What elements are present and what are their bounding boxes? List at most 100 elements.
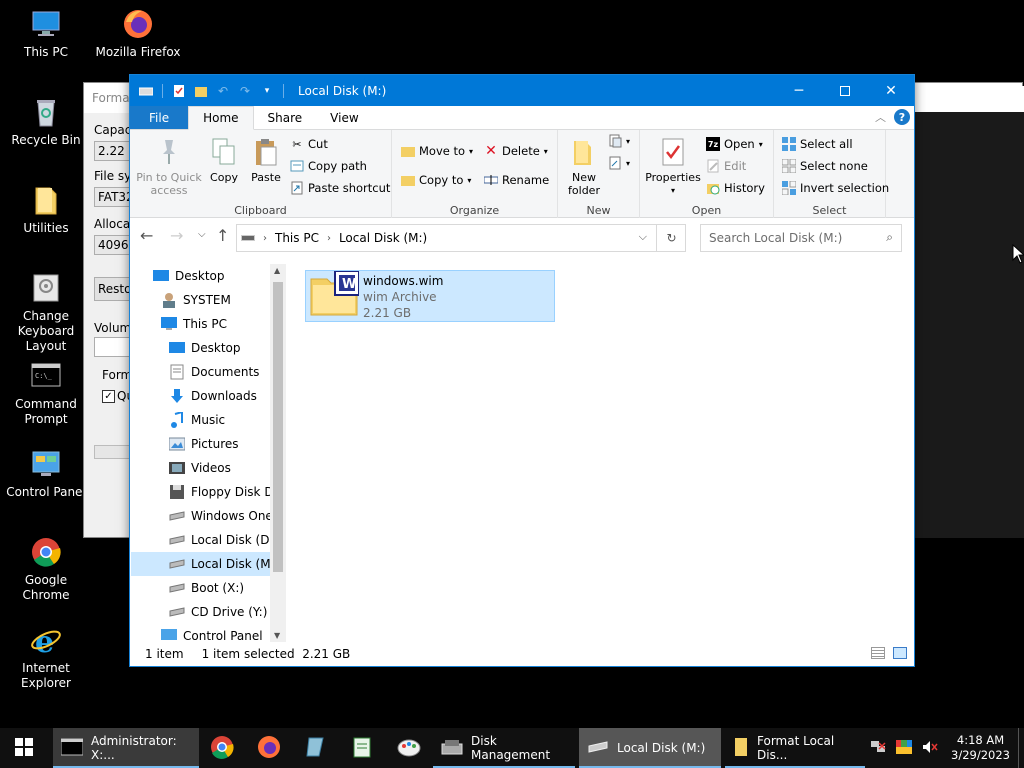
file-item-windows-wim[interactable]: W windows.wim wim Archive 2.21 GB <box>305 270 555 322</box>
move-to-button[interactable]: Move to ▾ <box>401 144 473 158</box>
undo-icon[interactable]: ↶ <box>215 83 231 99</box>
display-icon[interactable] <box>896 739 913 757</box>
copy-to-button[interactable]: Copy to ▾ <box>401 173 471 187</box>
pin-quick-access-button[interactable]: Pin to Quick access <box>136 136 202 197</box>
breadcrumb-local-disk[interactable]: Local Disk (M:) <box>339 231 427 245</box>
title-bar[interactable]: ↶ ↷ ▾ Local Disk (M:) ─ ✕ <box>130 75 914 106</box>
nav-item[interactable]: Desktop <box>131 336 271 360</box>
allocation-select[interactable]: 4096 b <box>94 235 130 255</box>
new-item-button[interactable]: ▾ <box>608 134 630 148</box>
scroll-thumb[interactable] <box>273 282 283 572</box>
desktop-icon-this-pc[interactable]: This PC <box>0 8 92 60</box>
nav-item[interactable]: Boot (X:) <box>131 576 271 600</box>
taskbar-chrome[interactable] <box>199 728 245 768</box>
taskbar-paint[interactable] <box>385 728 433 768</box>
nav-item[interactable]: SYSTEM <box>131 288 271 312</box>
maximize-button[interactable] <box>822 75 868 106</box>
redo-icon[interactable]: ↷ <box>237 83 253 99</box>
tab-view[interactable]: View <box>316 106 372 129</box>
clock[interactable]: 4:18 AM 3/29/2023 <box>943 733 1018 763</box>
close-button[interactable]: ✕ <box>868 75 914 106</box>
recent-locations-icon[interactable]: ⌵ <box>198 229 206 240</box>
nav-item[interactable]: Floppy Disk Drive (A:) <box>131 480 271 504</box>
nav-item[interactable]: Documents <box>131 360 271 384</box>
desktop-icon-utilities[interactable]: Utilities <box>0 184 92 236</box>
taskbar-item-cmd[interactable]: Administrator: X:... <box>53 728 199 768</box>
navigation-pane[interactable]: Desktop SYSTEM This PC Desktop Documents Down… <box>131 264 285 644</box>
nav-item[interactable]: Videos <box>131 456 271 480</box>
back-button[interactable]: ← <box>140 226 153 245</box>
desktop-icon-firefox[interactable]: Mozilla Firefox <box>92 8 184 60</box>
properties-button[interactable]: Properties ▾ <box>644 136 702 197</box>
nav-item[interactable]: Local Disk (D:) <box>131 528 271 552</box>
help-icon[interactable]: ? <box>894 109 910 125</box>
desktop-icon-control-panel[interactable]: Control Panel <box>0 448 92 500</box>
show-desktop-button[interactable] <box>1018 728 1024 768</box>
desktop-icon-ie[interactable]: e Internet Explorer <box>0 624 92 691</box>
up-button[interactable]: ↑ <box>216 226 229 245</box>
select-all-button[interactable]: Select all <box>782 137 853 151</box>
rename-button[interactable]: Rename <box>484 173 549 187</box>
collapse-ribbon-icon[interactable]: ︿ <box>875 109 886 125</box>
large-icons-view-icon[interactable] <box>893 647 907 659</box>
search-input[interactable]: Search Local Disk (M:) ⌕ <box>700 224 902 252</box>
address-bar[interactable]: › This PC › Local Disk (M:) ⌵ <box>236 224 686 252</box>
nav-item[interactable]: Downloads <box>131 384 271 408</box>
nav-scrollbar[interactable]: ▲ ▼ <box>270 264 286 642</box>
invert-selection-button[interactable]: Invert selection <box>782 181 889 195</box>
desktop-icon-keyboard[interactable]: Change Keyboard Layout <box>0 272 92 354</box>
nav-item[interactable]: CD Drive (Y:) H <box>131 600 271 624</box>
desktop-icon-chrome[interactable]: Google Chrome <box>0 536 92 603</box>
network-icon[interactable] <box>870 740 886 757</box>
customize-toolbar-icon[interactable]: ▾ <box>259 83 275 99</box>
new-folder-button[interactable]: New folder <box>562 136 606 197</box>
nav-item[interactable]: This PC <box>131 312 271 336</box>
minimize-button[interactable]: ─ <box>776 75 822 106</box>
refresh-button[interactable]: ↻ <box>656 224 686 252</box>
details-view-icon[interactable] <box>871 647 885 659</box>
history-button[interactable]: History <box>706 181 765 195</box>
paste-button[interactable]: Paste <box>246 136 286 184</box>
copy-button[interactable]: Copy <box>206 136 242 184</box>
breadcrumb-this-pc[interactable]: This PC <box>275 231 319 245</box>
nav-item[interactable]: Music <box>131 408 271 432</box>
filesystem-select[interactable]: FAT32 <box>94 187 130 207</box>
nav-item[interactable]: Desktop <box>131 264 271 288</box>
paste-shortcut-button[interactable]: Paste shortcut <box>290 181 390 195</box>
taskbar-item-disk-management[interactable]: Disk Management <box>433 728 575 768</box>
cut-button[interactable]: ✂ Cut <box>290 137 327 151</box>
nav-item[interactable]: Local Disk (M:) <box>131 552 271 576</box>
desktop-icon-command-prompt[interactable]: C:\_ Command Prompt <box>0 360 92 427</box>
capacity-select[interactable]: 2.22 G <box>94 141 130 161</box>
open-button[interactable]: 7z Open ▾ <box>706 137 763 151</box>
scroll-down-icon[interactable]: ▼ <box>274 631 280 640</box>
taskbar-notepad[interactable] <box>293 728 339 768</box>
file-explorer-window[interactable]: ↶ ↷ ▾ Local Disk (M:) ─ ✕ File Home Shar… <box>129 74 915 667</box>
nav-item[interactable]: Control Panel <box>131 624 271 644</box>
tab-home[interactable]: Home <box>188 106 254 130</box>
tab-file[interactable]: File <box>130 106 189 129</box>
scroll-up-icon[interactable]: ▲ <box>274 266 280 275</box>
easy-access-button[interactable]: ▾ <box>608 156 630 170</box>
copy-path-button[interactable]: Copy path <box>290 159 367 173</box>
desktop-icon-recycle-bin[interactable]: Recycle Bin <box>0 96 92 148</box>
nav-item[interactable]: Windows OneC <box>131 504 271 528</box>
edit-button[interactable]: Edit <box>706 159 746 173</box>
taskbar-item-local-disk[interactable]: Local Disk (M:) <box>579 728 721 768</box>
file-list[interactable]: W windows.wim wim Archive 2.21 GB <box>288 264 913 644</box>
tab-share[interactable]: Share <box>254 106 317 129</box>
volume-muted-icon[interactable] <box>922 740 938 757</box>
new-folder-icon[interactable] <box>193 83 209 99</box>
properties-icon[interactable] <box>171 83 187 99</box>
select-none-button[interactable]: Select none <box>782 159 868 173</box>
nav-item[interactable]: Pictures <box>131 432 271 456</box>
taskbar-item-format[interactable]: Format Local Dis... <box>725 728 865 768</box>
forward-button[interactable]: → <box>170 226 183 245</box>
address-dropdown-icon[interactable]: ⌵ <box>639 230 647 244</box>
taskbar-editor[interactable] <box>339 728 385 768</box>
delete-button[interactable]: ✕ Delete ▾ <box>484 143 548 159</box>
restore-defaults-button[interactable]: Resto <box>94 277 130 301</box>
taskbar-firefox[interactable] <box>245 728 293 768</box>
start-button[interactable] <box>0 728 48 768</box>
volume-label-input[interactable] <box>94 337 130 357</box>
